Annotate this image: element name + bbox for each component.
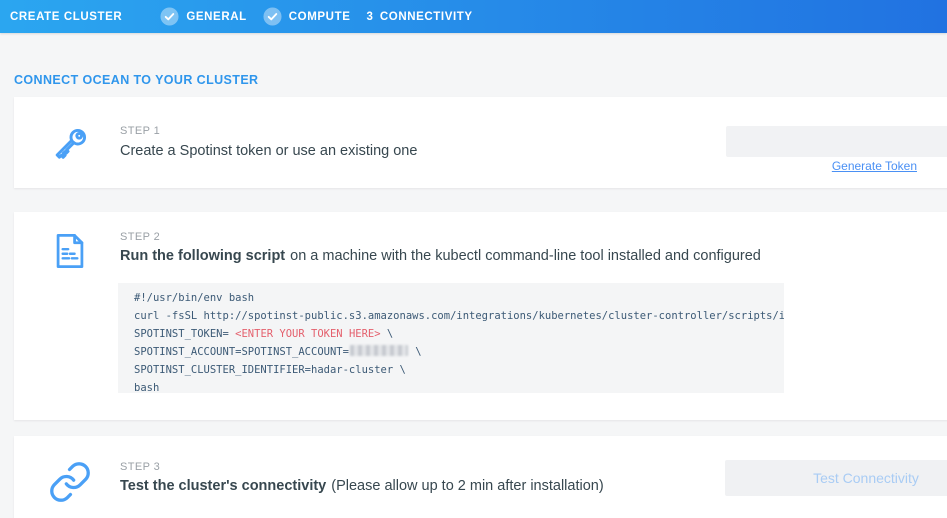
wizard-title: CREATE CLUSTER xyxy=(10,11,122,23)
link-icon xyxy=(48,460,92,504)
document-icon xyxy=(48,229,92,273)
tab-general[interactable]: GENERAL xyxy=(160,7,246,26)
test-connectivity-button[interactable]: Test Connectivity xyxy=(725,460,947,496)
generate-token-link[interactable]: Generate Token xyxy=(726,159,917,173)
wizard-header: CREATE CLUSTER GENERAL COMPUTE 3 CONNECT… xyxy=(0,0,947,33)
step1-title-text: Create a Spotinst token or use an existi… xyxy=(120,143,417,159)
step2-title: Run the following script on a machine wit… xyxy=(120,248,761,264)
step1-label: STEP 1 xyxy=(120,125,160,137)
code-segment: SPOTINST_CLUSTER_IDENTIFIER=hadar-cluste… xyxy=(134,364,406,376)
code-segment: SPOTINST_ACCOUNT=SPOTINST_ACCOUNT= xyxy=(134,346,349,358)
redacted-account-id xyxy=(350,345,408,356)
tab-connectivity[interactable]: 3 CONNECTIVITY xyxy=(366,11,472,23)
install-script-code-block[interactable]: #!/usr/bin/env bash curl -fsSL http://spo… xyxy=(118,283,784,393)
step3-label: STEP 3 xyxy=(120,461,160,473)
step2-title-bold: Run the following script xyxy=(120,248,285,264)
tab-compute-label: COMPUTE xyxy=(289,11,351,23)
create-cluster-page: CREATE CLUSTER GENERAL COMPUTE 3 CONNECT… xyxy=(0,0,947,518)
tab-general-label: GENERAL xyxy=(186,11,246,23)
step2-title-rest: on a machine with the kubectl command-li… xyxy=(290,248,761,264)
step3-title-rest: (Please allow up to 2 min after installa… xyxy=(331,478,603,494)
code-segment: #!/usr/bin/env bash xyxy=(134,292,254,304)
step3-title-bold: Test the cluster's connectivity xyxy=(120,478,326,494)
code-segment: <ENTER YOUR TOKEN HERE> xyxy=(235,328,380,340)
step1-card: STEP 1 Create a Spotinst token or use an… xyxy=(14,97,947,188)
step2-card: STEP 2 Run the following script on a mach… xyxy=(14,212,947,420)
token-input[interactable] xyxy=(726,126,947,157)
code-segment: \ xyxy=(381,328,394,340)
step3-card: STEP 3 Test the cluster's connectivity (P… xyxy=(14,436,947,518)
code-segment: curl -fsSL http://spotinst-public.s3.ama… xyxy=(134,310,784,322)
page-title: CONNECT OCEAN TO YOUR CLUSTER xyxy=(14,73,259,87)
code-segment: bash xyxy=(134,382,159,393)
step3-title: Test the cluster's connectivity (Please a… xyxy=(120,478,604,494)
check-circle-icon xyxy=(263,7,282,26)
code-segment: SPOTINST_TOKEN= xyxy=(134,328,235,340)
step1-title: Create a Spotinst token or use an existi… xyxy=(120,143,417,159)
key-icon xyxy=(48,123,92,167)
code-segment: \ xyxy=(409,346,422,358)
check-circle-icon xyxy=(160,7,179,26)
tab-connectivity-label: CONNECTIVITY xyxy=(380,11,473,23)
step2-label: STEP 2 xyxy=(120,231,160,243)
tab-compute[interactable]: COMPUTE xyxy=(263,7,351,26)
tab-connectivity-number: 3 xyxy=(366,11,372,23)
